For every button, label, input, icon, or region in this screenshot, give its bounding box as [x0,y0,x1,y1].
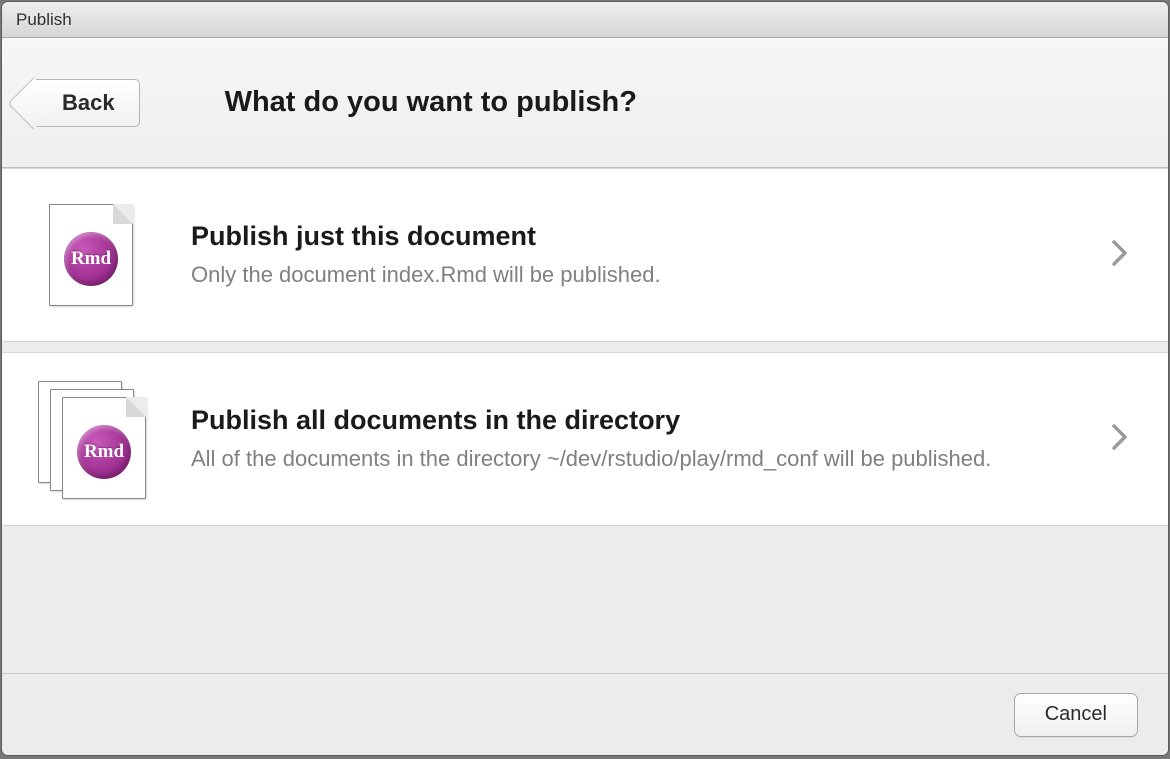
dialog-content: Rmd Publish just this document Only the … [2,168,1168,673]
option-publish-single[interactable]: Rmd Publish just this document Only the … [2,168,1168,342]
option-publish-directory[interactable]: Rmd Publish all documents in the directo… [2,352,1168,526]
option-title: Publish all documents in the directory [191,405,1067,436]
cancel-button-label: Cancel [1045,703,1107,725]
rmd-folder-icon: Rmd [36,381,146,497]
back-button[interactable]: Back [32,79,140,127]
page-title: What do you want to publish? [225,86,637,119]
chevron-right-icon [1112,424,1128,455]
window-titlebar: Publish [2,2,1168,38]
option-description: All of the documents in the directory ~/… [191,444,1067,474]
dialog-header: Back What do you want to publish? [2,38,1168,168]
publish-dialog: Publish Back What do you want to publish… [2,2,1168,755]
chevron-right-icon [1112,240,1128,271]
rmd-badge: Rmd [64,232,118,286]
window-title: Publish [16,10,72,30]
option-text: Publish just this document Only the docu… [191,221,1067,290]
rmd-file-icon: Rmd [36,197,146,313]
back-button-label: Back [62,90,115,116]
option-description: Only the document index.Rmd will be publ… [191,260,1067,290]
rmd-badge: Rmd [77,425,131,479]
option-text: Publish all documents in the directory A… [191,405,1067,474]
dialog-footer: Cancel [2,673,1168,755]
option-title: Publish just this document [191,221,1067,252]
cancel-button[interactable]: Cancel [1014,693,1138,737]
